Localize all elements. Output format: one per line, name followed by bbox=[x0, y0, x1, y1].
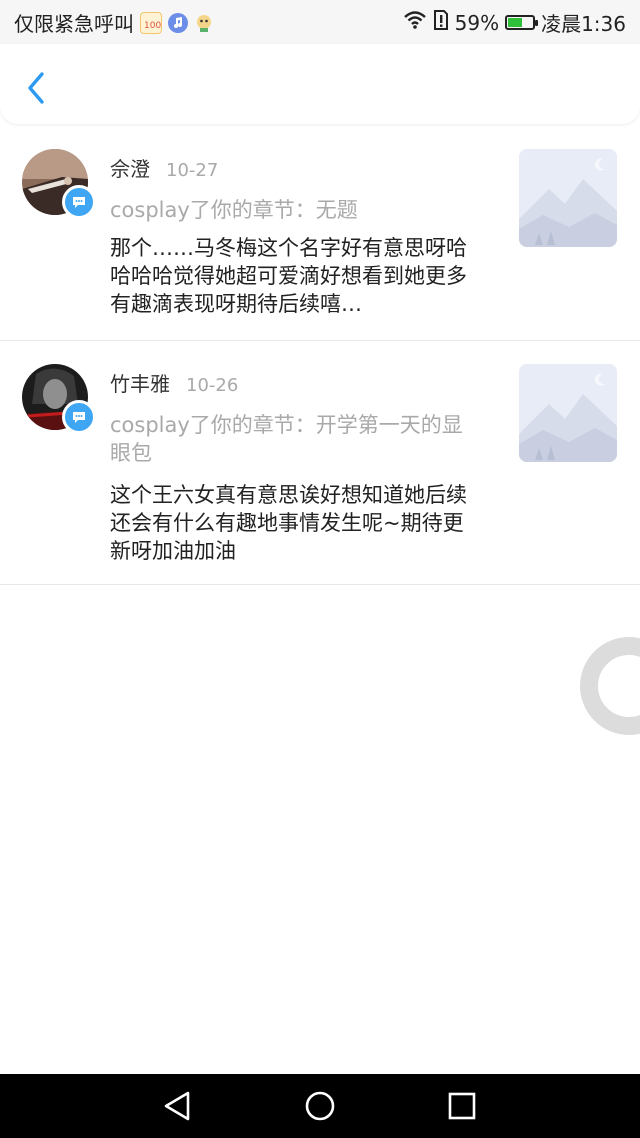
list-item[interactable]: 竹丰雅 10-26 cosplay了你的章节：开学第一天的显眼包 这个王六女真有… bbox=[0, 341, 640, 585]
avatar-app-icon bbox=[194, 13, 214, 33]
system-nav-bar bbox=[0, 1074, 640, 1138]
notification-date: 10-26 bbox=[186, 375, 239, 396]
nav-recents-button[interactable] bbox=[444, 1088, 480, 1124]
circle-home-icon bbox=[302, 1091, 338, 1128]
battery-icon bbox=[505, 15, 539, 30]
action-text: cosplay了你的章节：无题 bbox=[110, 198, 358, 222]
nav-back-button[interactable] bbox=[160, 1088, 196, 1124]
calendar-100-icon: 100 bbox=[140, 11, 162, 34]
nav-home-button[interactable] bbox=[302, 1088, 338, 1124]
battery-percent: 59% bbox=[454, 10, 500, 35]
triangle-back-icon bbox=[160, 1091, 196, 1128]
user-name[interactable]: 佘澄 bbox=[110, 153, 150, 182]
carrier-label: 仅限紧急呼叫 bbox=[14, 12, 134, 36]
back-button[interactable] bbox=[18, 66, 58, 114]
square-recents-icon bbox=[444, 1092, 480, 1128]
sim-alert-icon bbox=[433, 9, 449, 36]
notification-date: 10-27 bbox=[166, 160, 219, 181]
comment-badge-icon bbox=[62, 185, 96, 219]
notification-list: 佘澄 10-27 cosplay了你的章节：无题 那个……马冬梅这个名字好有意思… bbox=[0, 126, 640, 585]
music-icon bbox=[168, 12, 188, 33]
avatar[interactable] bbox=[22, 364, 96, 434]
action-text: cosplay了你的章节：开学第一天的显眼包 bbox=[110, 413, 463, 465]
chapter-thumbnail[interactable] bbox=[519, 149, 617, 247]
notification-content: 竹丰雅 10-26 cosplay了你的章节：开学第一天的显眼包 这个王六女真有… bbox=[110, 368, 482, 565]
comment-text: 那个……马冬梅这个名字好有意思呀哈哈哈哈觉得她超可爱滴好想看到她更多有趣滴表现呀… bbox=[110, 236, 467, 316]
battery-level-fill bbox=[508, 18, 523, 27]
clock: 凌晨1:36 bbox=[541, 12, 626, 36]
comment-badge-icon bbox=[62, 400, 96, 434]
loading-spinner bbox=[579, 636, 640, 736]
wifi-icon bbox=[403, 10, 427, 35]
chapter-thumbnail[interactable] bbox=[519, 364, 617, 462]
image-placeholder-icon bbox=[519, 149, 617, 247]
status-bar: 仅限紧急呼叫 100 59% 凌晨1:36 bbox=[0, 0, 640, 44]
avatar[interactable] bbox=[22, 149, 96, 219]
comment-text: 这个王六女真有意思诶好想知道她后续还会有什么有趣地事情发生呢~期待更新呀加油加油 bbox=[110, 483, 467, 563]
user-name[interactable]: 竹丰雅 bbox=[110, 368, 170, 397]
image-placeholder-icon bbox=[519, 364, 617, 462]
svg-text:100: 100 bbox=[144, 21, 161, 31]
notification-content: 佘澄 10-27 cosplay了你的章节：无题 那个……马冬梅这个名字好有意思… bbox=[110, 153, 482, 318]
list-item[interactable]: 佘澄 10-27 cosplay了你的章节：无题 那个……马冬梅这个名字好有意思… bbox=[0, 126, 640, 341]
top-nav-bar bbox=[0, 44, 640, 124]
chevron-left-icon bbox=[18, 72, 58, 118]
